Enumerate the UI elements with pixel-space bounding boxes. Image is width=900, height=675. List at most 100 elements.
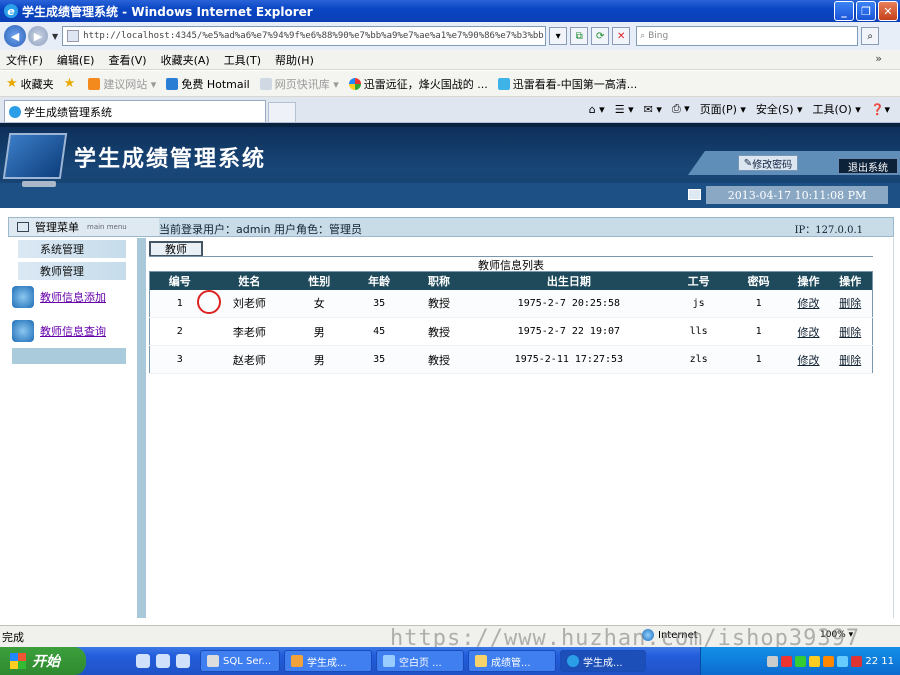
change-password-button[interactable]: ✎ 修改密码 — [738, 155, 798, 171]
show-desktop-icon[interactable] — [136, 654, 150, 668]
back-button[interactable]: ◀ — [4, 25, 26, 47]
col-header: 编号 — [149, 271, 210, 290]
tray-alert-icon[interactable] — [851, 655, 863, 667]
start-button[interactable]: 开始 — [0, 647, 86, 675]
safety-menu[interactable]: 安全(S) ▾ — [756, 101, 803, 117]
sidebar-link-label: 教师信息添加 — [40, 291, 106, 304]
forward-button[interactable]: ▶ — [28, 26, 48, 46]
edit-link[interactable]: 修改 — [798, 326, 820, 339]
delete-link[interactable]: 删除 — [839, 297, 861, 310]
fav-label: 网页快讯库 ▾ — [274, 77, 339, 91]
refresh-button[interactable]: ⟳ — [591, 27, 610, 45]
print-icon[interactable]: ⎙ ▾ — [672, 102, 690, 116]
address-dropdown-button[interactable]: ▾ — [549, 27, 568, 45]
tray-update-icon[interactable] — [823, 655, 835, 667]
table-caption: 教师信息列表 — [478, 259, 544, 272]
task-label: 空白页 ... — [399, 657, 442, 669]
task-blank-page[interactable]: 空白页 ... — [376, 650, 464, 672]
compat-view-icon[interactable]: ⧉ — [570, 27, 589, 45]
fav-hotmail[interactable]: 免费 Hotmail — [166, 76, 250, 92]
stop-button[interactable]: ✕ — [612, 27, 631, 45]
search-icon: ⌕ — [640, 31, 649, 41]
menu-header-label: 管理菜单 — [35, 221, 79, 234]
address-input[interactable]: http://localhost:4345/%e5%ad%a6%e7%94%9f… — [62, 26, 547, 46]
tray-network-icon[interactable] — [795, 655, 807, 667]
favorites-label: 收藏夹 — [20, 77, 54, 91]
kankan-icon — [497, 77, 510, 90]
cell-code: js — [668, 289, 729, 318]
maximize-button[interactable]: ❐ — [856, 1, 876, 21]
cell-gender: 男 — [289, 317, 350, 346]
cell-title: 教授 — [409, 317, 469, 346]
edit-link[interactable]: 修改 — [798, 354, 820, 367]
fav-xunlei-kankan[interactable]: 迅雷看看-中国第一高清... — [497, 76, 638, 92]
toolbar-overflow-icon[interactable]: » — [875, 52, 882, 65]
menu-tools[interactable]: 工具(T) — [224, 52, 261, 68]
mail-icon[interactable]: ✉ ▾ — [644, 103, 662, 116]
help-icon[interactable]: ❓▾ — [871, 103, 890, 116]
media-player-icon[interactable] — [176, 654, 190, 668]
history-dropdown-icon[interactable]: ▼ — [52, 32, 58, 41]
sidebar-link-label: 教师信息查询 — [40, 325, 106, 338]
tray-keyboard-icon[interactable] — [767, 655, 779, 667]
suggested-sites-icon — [88, 77, 101, 90]
cell-id: 3 — [149, 345, 210, 374]
task-sql-server[interactable]: SQL Ser... — [200, 650, 280, 672]
search-input[interactable]: ⌕ Bing — [636, 26, 859, 46]
page-content: 学生成绩管理系统 ✎ 修改密码 退出系统 2013-04-17 10:11:08 … — [0, 123, 900, 625]
delete-link[interactable]: 删除 — [839, 326, 861, 339]
tray-antivirus-icon[interactable] — [781, 655, 793, 667]
sidebar-link-query-teacher[interactable]: 教师信息查询 — [12, 318, 126, 344]
sidebar-link-add-teacher[interactable]: 教师信息添加 — [12, 284, 126, 310]
cell-password: 1 — [728, 289, 789, 318]
favorites-button[interactable]: ★ 收藏夹 — [6, 76, 54, 92]
fav-web-slice[interactable]: 网页快讯库 ▾ — [259, 76, 339, 92]
taskbar: 开始 SQL Ser... 学生成... 空白页 ... 成绩管... 学生成.… — [0, 647, 900, 675]
task-student-vs[interactable]: 学生成... — [284, 650, 372, 672]
cell-password: 1 — [728, 345, 789, 374]
fav-suggested-sites[interactable]: 建议网站 ▾ — [88, 76, 156, 92]
address-toolbar: ◀ ▶ ▼ http://localhost:4345/%e5%ad%a6%e7… — [0, 22, 900, 50]
frame-splitter[interactable] — [137, 238, 146, 618]
fav-label: 迅雷看看-中国第一高清... — [512, 77, 638, 91]
close-button[interactable]: ✕ — [878, 1, 898, 21]
delete-link[interactable]: 删除 — [839, 354, 861, 367]
menu-edit[interactable]: 编辑(E) — [57, 52, 95, 68]
new-tab-button[interactable] — [268, 102, 296, 122]
menu-view[interactable]: 查看(V) — [108, 52, 146, 68]
sidebar-footer — [12, 348, 126, 364]
page-menu[interactable]: 页面(P) ▾ — [700, 101, 746, 117]
feeds-icon[interactable]: ☰ ▾ — [615, 103, 634, 116]
ie-quicklaunch-icon[interactable] — [156, 654, 170, 668]
task-label: 成绩管... — [491, 657, 531, 669]
cell-delete: 删除 — [828, 317, 873, 346]
task-student-ie[interactable]: 学生成... — [560, 650, 646, 672]
window-title: 学生成绩管理系统 - Windows Internet Explorer — [22, 4, 313, 19]
cell-edit: 修改 — [788, 317, 829, 346]
cell-gender: 女 — [289, 289, 350, 318]
home-icon[interactable]: ⌂ ▾ — [589, 103, 605, 116]
menu-file[interactable]: 文件(F) — [6, 52, 43, 68]
minimize-button[interactable]: _ — [834, 1, 854, 21]
tab-student-system[interactable]: 学生成绩管理系统 — [4, 100, 266, 122]
cell-age: 45 — [349, 317, 410, 346]
tab-teacher[interactable]: 教师 — [149, 241, 203, 257]
hotmail-icon — [166, 77, 179, 90]
pencil-icon: ✎ — [743, 157, 753, 169]
menu-help[interactable]: 帮助(H) — [275, 52, 314, 68]
task-grade-folder[interactable]: 成绩管... — [468, 650, 556, 672]
ip-info: IP：127.0.0.1 — [794, 225, 863, 236]
tray-xunlei-icon[interactable] — [809, 655, 821, 667]
menu-favorites[interactable]: 收藏夹(A) — [161, 52, 210, 68]
tray-qq-icon[interactable] — [837, 655, 849, 667]
sidebar-group-system[interactable]: 系统管理 — [18, 240, 126, 258]
tools-menu[interactable]: 工具(O) ▾ — [813, 101, 861, 117]
add-favorite-button[interactable]: ★ — [64, 76, 79, 91]
sql-icon — [207, 655, 219, 667]
logout-button[interactable]: 退出系统 — [838, 158, 898, 174]
sidebar-group-teacher[interactable]: 教师管理 — [18, 262, 126, 280]
search-button[interactable]: ⌕ — [861, 27, 880, 45]
edit-link[interactable]: 修改 — [798, 297, 820, 310]
fav-xunlei-game[interactable]: 迅雷远征，烽火国战的 ... — [348, 76, 488, 92]
ie-logo-icon: e — [4, 4, 18, 18]
